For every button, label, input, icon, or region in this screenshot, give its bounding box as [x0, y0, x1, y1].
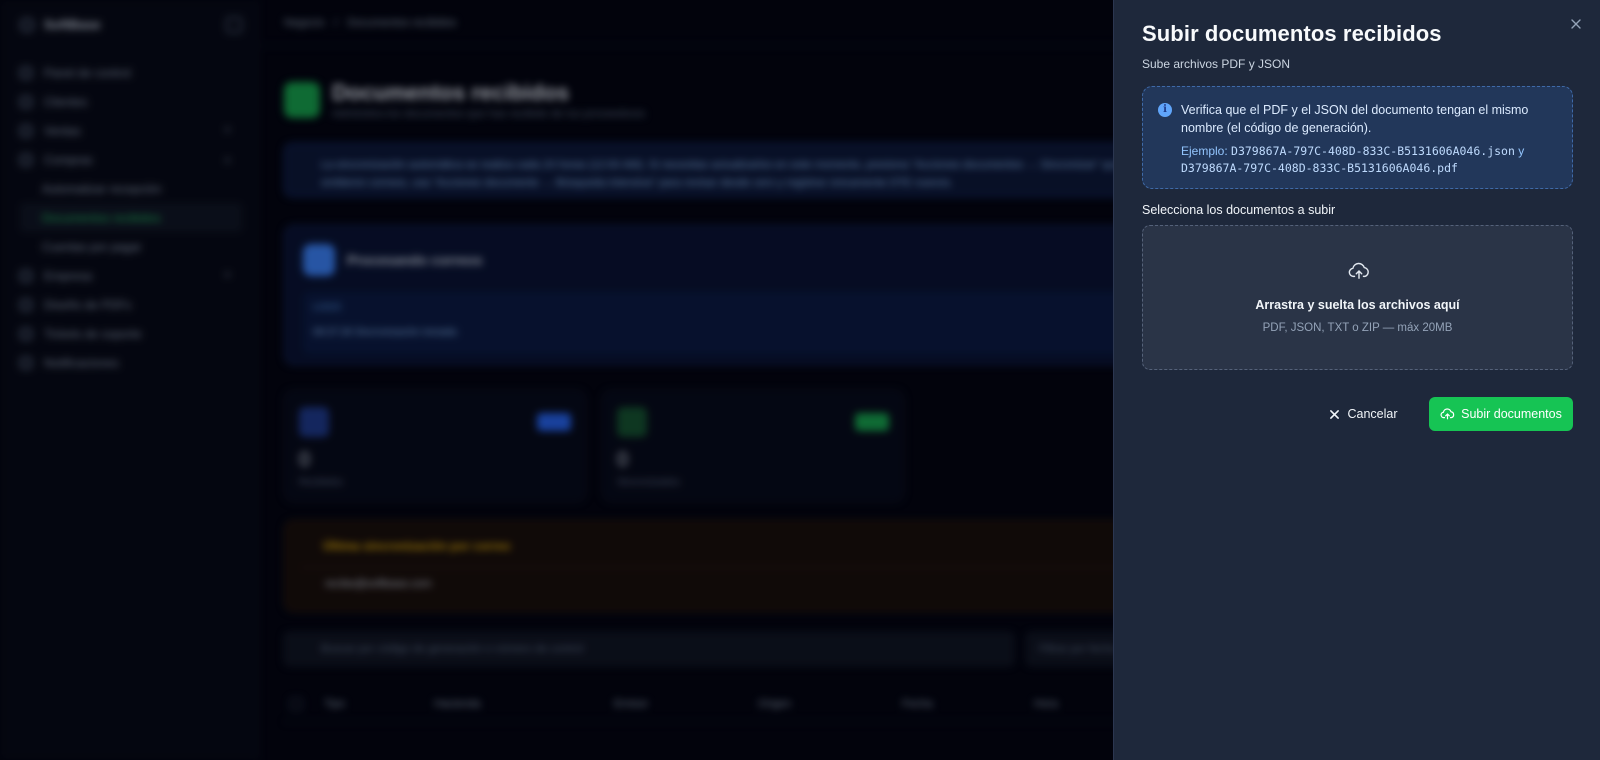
example-join: y	[1518, 144, 1525, 158]
filename-notice: i Verifica que el PDF y el JSON del docu…	[1142, 86, 1573, 189]
cancel-button[interactable]: Cancelar	[1317, 397, 1411, 431]
upload-documents-button[interactable]: Subir documentos	[1429, 397, 1573, 431]
cloud-upload-icon	[1440, 408, 1455, 420]
file-dropzone[interactable]: Arrastra y suelta los archivos aquí PDF,…	[1142, 225, 1573, 370]
upload-label: Subir documentos	[1461, 407, 1562, 421]
modal-backdrop[interactable]	[0, 0, 1113, 760]
cloud-upload-icon	[1348, 262, 1369, 279]
example-pdf-filename: D379867A-797C-408D-833C-B5131606A046.pdf	[1181, 161, 1458, 175]
example-json-filename: D379867A-797C-408D-833C-B5131606A046.jso…	[1231, 144, 1515, 158]
close-button[interactable]	[1566, 14, 1586, 34]
info-icon: i	[1158, 103, 1172, 117]
drawer-title: Subir documentos recibidos	[1142, 21, 1442, 46]
example-prefix: Ejemplo:	[1181, 144, 1228, 158]
close-icon	[1571, 19, 1581, 29]
close-icon	[1330, 409, 1340, 419]
drawer-subtitle: Sube archivos PDF y JSON	[1142, 57, 1291, 71]
select-documents-label: Selecciona los documentos a subir	[1142, 203, 1336, 217]
dropzone-title: Arrastra y suelta los archivos aquí	[1255, 298, 1460, 312]
notice-example: Ejemplo: D379867A-797C-408D-833C-B513160…	[1181, 143, 1556, 177]
dropzone-hint: PDF, JSON, TXT o ZIP — máx 20MB	[1262, 322, 1453, 334]
upload-drawer: Subir documentos recibidos Sube archivos…	[1113, 0, 1600, 760]
cancel-label: Cancelar	[1347, 407, 1398, 421]
notice-text: Verifica que el PDF y el JSON del docume…	[1181, 103, 1529, 135]
